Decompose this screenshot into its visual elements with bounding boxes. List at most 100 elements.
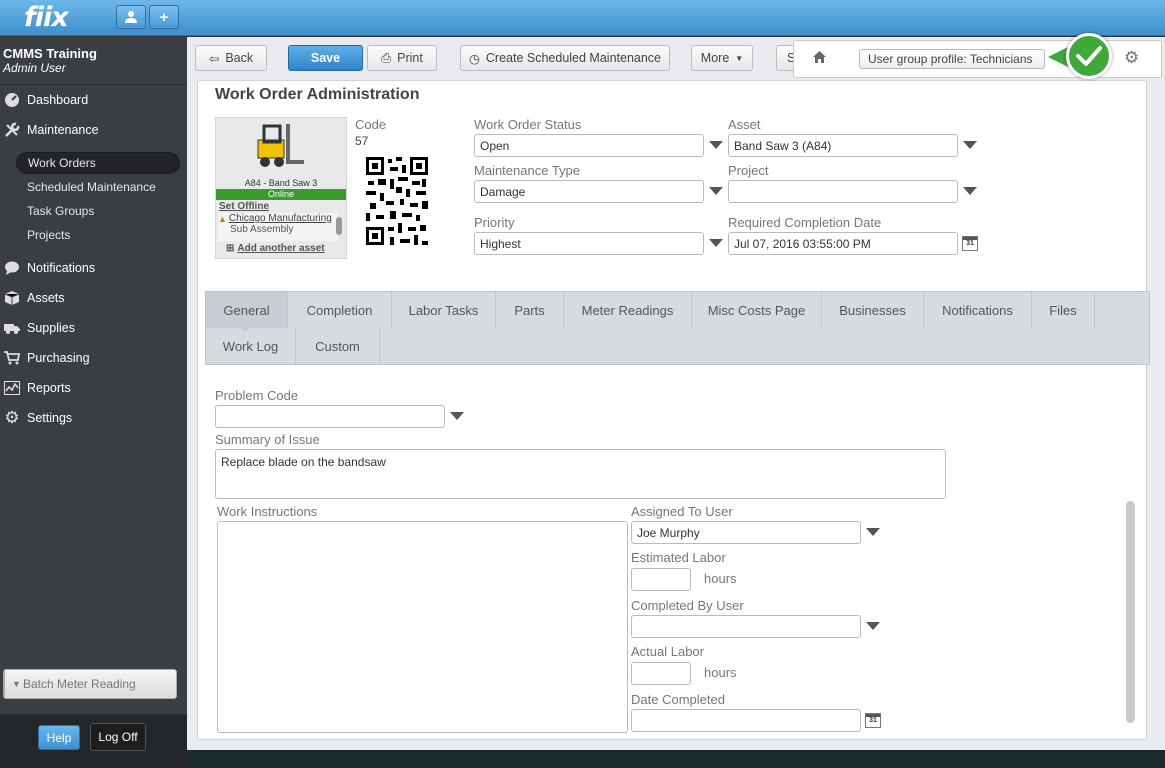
tab-parts[interactable]: Parts <box>496 292 564 328</box>
sidebar-item-projects[interactable]: Projects <box>16 224 70 246</box>
tab-meter-readings[interactable]: Meter Readings <box>564 292 692 328</box>
home-icon[interactable] <box>812 50 827 67</box>
user-icon <box>125 11 137 23</box>
nav-label: Reports <box>27 381 71 395</box>
assigned-to-user-select[interactable]: Joe Murphy <box>631 521 861 544</box>
nav-purchasing[interactable]: Purchasing <box>0 345 187 371</box>
set-offline-link[interactable]: Set Offline <box>219 201 269 212</box>
add-asset-label: Add another asset <box>237 243 325 254</box>
work-order-status-select[interactable]: Open <box>474 134 704 157</box>
chevron-down-icon[interactable] <box>866 528 880 536</box>
batch-meter-reading-button[interactable]: Batch Meter Reading ▼ <box>3 669 177 699</box>
maintenance-type-label: Maintenance Type <box>474 163 580 178</box>
asset-location-list: ▲ Chicago Manufacturing Sub Assembly <box>218 213 338 241</box>
help-button[interactable]: Help <box>38 725 80 750</box>
asset-select[interactable]: Band Saw 3 (A84) <box>728 134 958 157</box>
page-title: Work Order Administration <box>215 86 420 103</box>
printer-icon: ⎙ <box>381 50 392 65</box>
tab-labor-tasks[interactable]: Labor Tasks <box>392 292 496 328</box>
chevron-down-icon[interactable] <box>709 187 723 195</box>
chevron-down-icon[interactable] <box>709 239 723 247</box>
nav-reports[interactable]: Reports <box>0 375 187 401</box>
save-button[interactable]: Save <box>288 45 363 71</box>
tab-notifications[interactable]: Notifications <box>924 292 1032 328</box>
add-asset-link[interactable]: ⊞ Add another asset <box>226 243 325 254</box>
calendar-icon[interactable]: 31 <box>865 713 881 728</box>
problem-code-label: Problem Code <box>215 388 299 403</box>
caret-down-icon: ▼ <box>735 53 744 63</box>
clock-icon: ◷ <box>468 51 480 66</box>
nav-maintenance[interactable]: Maintenance <box>0 117 187 143</box>
chevron-down-icon[interactable] <box>709 141 723 149</box>
work-order-panel: Work Order Administration A84 - Band Saw… <box>197 80 1150 740</box>
nav-supplies[interactable]: Supplies <box>0 315 187 341</box>
tab-general[interactable]: General <box>206 292 288 328</box>
location-scrollbar[interactable] <box>336 217 342 235</box>
location-icon: ▲ <box>218 213 227 224</box>
fiix-logo: fiix <box>24 2 69 33</box>
more-label: More <box>700 51 730 65</box>
user-name: Admin User <box>3 61 66 75</box>
back-button[interactable]: ⇦ Back <box>195 45 267 71</box>
asset-card: A84 - Band Saw 3 Online Set Offline ▲ Ch… <box>215 117 347 259</box>
asset-label: Asset <box>728 117 761 132</box>
check-badge-pointer <box>1048 47 1068 67</box>
chevron-down-icon[interactable] <box>963 141 977 149</box>
actual-labor-input[interactable] <box>631 662 691 685</box>
gear-icon[interactable]: ⚙ <box>1124 48 1139 68</box>
sidebar-item-task-groups[interactable]: Task Groups <box>16 200 94 222</box>
sidebar-item-scheduled-maintenance[interactable]: Scheduled Maintenance <box>16 176 156 198</box>
tab-businesses[interactable]: Businesses <box>822 292 924 328</box>
tab-misc-costs-page[interactable]: Misc Costs Page <box>692 292 822 328</box>
log-off-button[interactable]: Log Off <box>90 723 146 751</box>
more-button[interactable]: More ▼ <box>691 45 753 71</box>
user-button[interactable] <box>116 5 146 29</box>
maintenance-type-select[interactable]: Damage <box>474 180 704 203</box>
dashboard-icon <box>3 91 21 109</box>
box-icon <box>3 289 21 307</box>
date-completed-input[interactable] <box>631 709 861 732</box>
work-order-status-label: Work Order Status <box>474 117 582 132</box>
required-completion-date-input[interactable]: Jul 07, 2016 03:55:00 PM <box>728 232 958 255</box>
org-name: CMMS Training <box>3 46 97 61</box>
wrench-icon <box>3 121 21 139</box>
top-bar: fiix + <box>0 0 1165 36</box>
plus-icon: + <box>159 8 169 26</box>
nav-settings[interactable]: ⚙ Settings <box>0 405 187 431</box>
background-strip <box>187 750 1165 768</box>
summary-textarea[interactable]: Replace blade on the bandsaw <box>215 449 946 499</box>
priority-select[interactable]: Highest <box>474 232 704 255</box>
completed-by-user-select[interactable] <box>631 615 861 638</box>
nav-label: Maintenance <box>27 123 99 137</box>
estimated-labor-input[interactable] <box>631 568 691 591</box>
print-button[interactable]: ⎙ Print <box>367 45 437 71</box>
chevron-down-icon[interactable] <box>866 622 880 630</box>
content-scrollbar[interactable] <box>1126 501 1135 723</box>
project-label: Project <box>728 163 769 178</box>
truck-icon <box>3 319 21 337</box>
asset-name: A84 - Band Saw 3 <box>244 178 318 188</box>
work-instructions-textarea[interactable] <box>217 521 628 733</box>
tab-work-log[interactable]: Work Log <box>206 328 296 364</box>
create-scheduled-maintenance-button[interactable]: ◷ Create Scheduled Maintenance <box>460 45 670 71</box>
nav-dashboard[interactable]: Dashboard <box>0 87 187 113</box>
tab-completion[interactable]: Completion <box>288 292 392 328</box>
active-tab-pointer <box>240 328 250 333</box>
add-icon: ⊞ <box>226 243 235 254</box>
hours-label: hours <box>704 571 737 586</box>
add-button[interactable]: + <box>149 5 179 29</box>
calendar-icon[interactable]: 31 <box>962 236 978 251</box>
nav-notifications[interactable]: Notifications <box>0 255 187 281</box>
tab-custom[interactable]: Custom <box>296 328 380 364</box>
problem-code-select[interactable] <box>215 405 445 428</box>
chevron-down-icon[interactable] <box>963 187 977 195</box>
sidebar-item-work-orders[interactable]: Work Orders <box>16 152 180 174</box>
nav-assets[interactable]: Assets <box>0 285 187 311</box>
project-select[interactable] <box>728 180 958 203</box>
location-link[interactable]: Chicago Manufacturing <box>229 213 332 224</box>
tab-files[interactable]: Files <box>1032 292 1095 328</box>
nav-label: Dashboard <box>27 93 89 107</box>
chevron-down-icon[interactable] <box>450 412 464 420</box>
user-group-profile-select[interactable]: User group profile: Technicians <box>859 49 1045 69</box>
tab-bar: General Completion Labor Tasks Parts Met… <box>205 291 1150 365</box>
